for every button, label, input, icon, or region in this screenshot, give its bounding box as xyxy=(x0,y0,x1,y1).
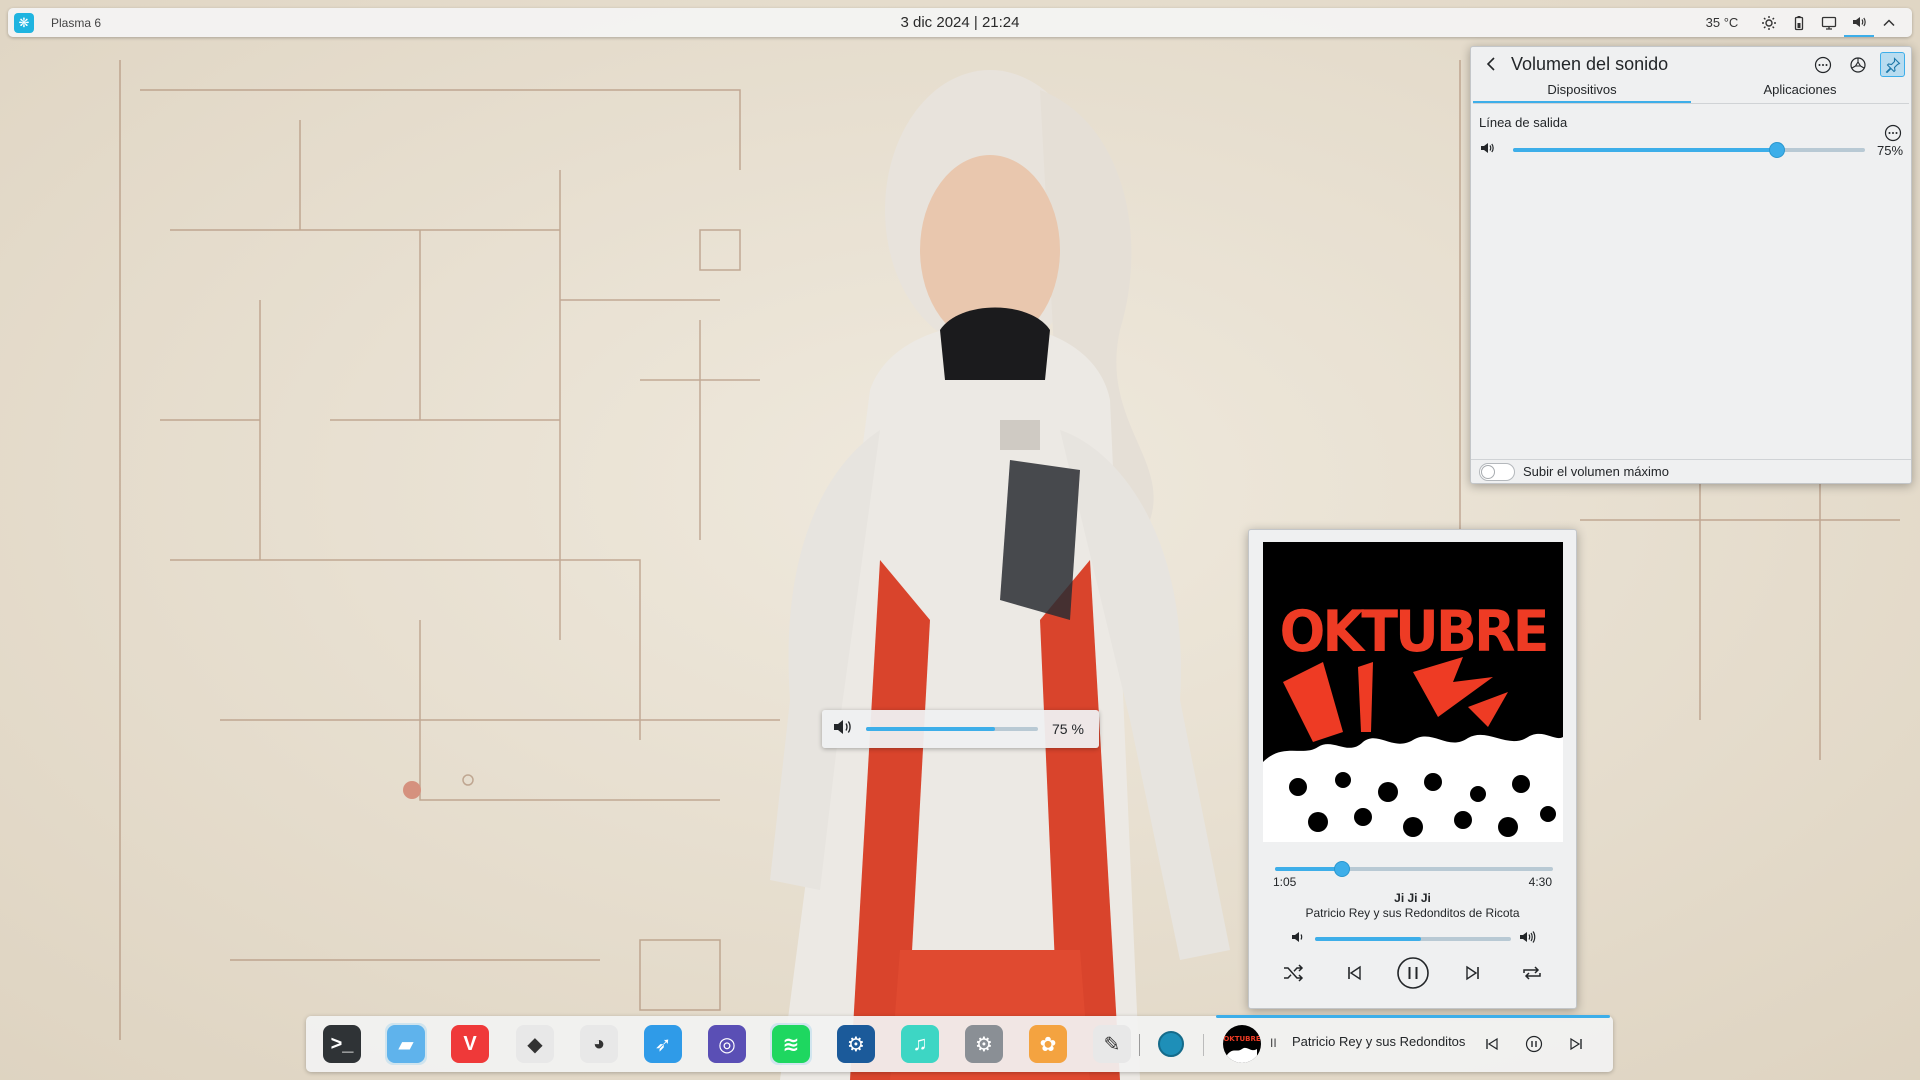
device-volume-slider[interactable] xyxy=(1513,141,1865,159)
display-icon[interactable] xyxy=(1814,8,1844,37)
dock-app-gimp[interactable]: ◕ xyxy=(578,1023,620,1065)
tabs-divider xyxy=(1473,103,1909,104)
color-picker-icon: ✎ xyxy=(1093,1025,1131,1063)
steam-icon: ⚙ xyxy=(837,1025,875,1063)
podcast-icon: ◎ xyxy=(708,1025,746,1063)
progress-handle[interactable] xyxy=(1333,861,1350,877)
photos-icon: ✿ xyxy=(1029,1025,1067,1063)
digital-clock[interactable]: 3 dic 2024 | 21:24 xyxy=(8,14,1912,31)
track-artist: Patricio Rey y sus Redonditos de Ricota xyxy=(1305,906,1520,920)
volume-popup-title: Volumen del sonido xyxy=(1511,53,1669,74)
media-playback-state: II xyxy=(1270,1036,1277,1050)
output-device: Línea de salida 75% xyxy=(1471,115,1911,159)
system-tray: 35 °C xyxy=(1696,8,1904,37)
device-name: Línea de salida xyxy=(1479,115,1568,130)
dock-app-color-picker[interactable]: ✎ xyxy=(1091,1023,1133,1065)
back-arrow-icon[interactable] xyxy=(1481,54,1501,74)
tab-applications[interactable]: Aplicaciones xyxy=(1691,81,1909,103)
osd-volume-bar xyxy=(866,727,1038,731)
track-progress-slider[interactable] xyxy=(1275,861,1553,877)
settings-icon: ⚙ xyxy=(965,1025,1003,1063)
dock-app-terminal[interactable]: >_ xyxy=(321,1023,363,1065)
raise-max-volume-label: Subir el volumen máximo xyxy=(1523,464,1669,479)
album-art: OKTUBRE xyxy=(1263,542,1563,842)
vivaldi-icon: V xyxy=(451,1025,489,1063)
svg-text:OKTUBRE: OKTUBRE xyxy=(1223,1035,1261,1043)
shuffle-icon[interactable] xyxy=(1277,956,1311,990)
dock-app-steam[interactable]: ⚙ xyxy=(835,1023,877,1065)
media-player-popup: OKTUBRE 1:05 4:30 Ji Ji Ji Patricio Rey … xyxy=(1248,529,1577,1009)
volume-high-icon[interactable] xyxy=(1519,930,1537,949)
swift-icon: ➶ xyxy=(644,1025,682,1063)
temperature-label: 35 °C xyxy=(1705,15,1739,30)
circle-icon xyxy=(1158,1031,1184,1057)
dock-app-vivaldi[interactable]: V xyxy=(449,1023,491,1065)
files-icon: ▰ xyxy=(387,1025,425,1063)
volume-popup: Volumen del sonido Dispositivos Aplicaci… xyxy=(1470,46,1912,484)
total-time: 4:30 xyxy=(1528,875,1552,889)
previous-track-icon[interactable] xyxy=(1337,956,1371,990)
dock-media-album-art[interactable]: OKTUBRE xyxy=(1223,1025,1261,1063)
configure-icon[interactable] xyxy=(1845,52,1870,77)
active-task-indicator xyxy=(1216,1015,1610,1018)
device-menu-icon[interactable] xyxy=(1884,124,1902,147)
dock-app-inkscape[interactable]: ◆ xyxy=(514,1023,556,1065)
chevron-up-icon[interactable] xyxy=(1874,8,1904,37)
dock-app-files[interactable]: ▰ xyxy=(385,1023,427,1065)
volume-popup-header: Volumen del sonido xyxy=(1471,47,1911,81)
panel-title: Plasma 6 xyxy=(51,15,102,30)
repeat-icon[interactable] xyxy=(1515,956,1549,990)
dock-app-blue-circle[interactable] xyxy=(1150,1023,1192,1065)
player-volume-row xyxy=(1291,930,1537,949)
tab-devices[interactable]: Dispositivos xyxy=(1473,81,1691,103)
previous-track-icon[interactable] xyxy=(1479,1031,1505,1057)
dock-separator xyxy=(1203,1034,1204,1056)
dock-media-artist[interactable]: Patricio Rey y sus Redonditos de Ricota xyxy=(1292,1034,1467,1049)
slider-handle[interactable] xyxy=(1769,142,1785,158)
brightness-icon[interactable] xyxy=(1754,8,1784,37)
raise-max-volume-toggle[interactable] xyxy=(1479,462,1515,481)
next-track-icon[interactable] xyxy=(1563,1031,1589,1057)
battery-icon[interactable] xyxy=(1784,8,1814,37)
osd-volume-percent: 75 % xyxy=(1052,721,1084,737)
gimp-icon: ◕ xyxy=(580,1025,618,1063)
player-volume-slider[interactable] xyxy=(1315,937,1511,941)
player-controls xyxy=(1277,955,1549,991)
next-track-icon[interactable] xyxy=(1456,956,1490,990)
volume-icon[interactable] xyxy=(1844,8,1874,37)
pause-icon[interactable] xyxy=(1521,1031,1547,1057)
dock-app-spotify[interactable]: ≋ xyxy=(770,1023,812,1065)
more-options-icon[interactable] xyxy=(1810,52,1835,77)
speaker-icon[interactable] xyxy=(1479,140,1501,161)
music-icon: ♫ xyxy=(901,1025,939,1063)
spotify-icon: ≋ xyxy=(772,1025,810,1063)
speaker-icon xyxy=(832,718,854,741)
volume-tabs: Dispositivos Aplicaciones xyxy=(1473,81,1909,103)
album-art-crowd xyxy=(1263,657,1563,842)
top-panel: ❋ Plasma 6 3 dic 2024 | 21:24 35 °C xyxy=(8,8,1912,37)
volume-osd: 75 % xyxy=(822,710,1099,748)
dock-app-music[interactable]: ♫ xyxy=(899,1023,941,1065)
dock-separator xyxy=(1139,1034,1140,1056)
track-title: Ji Ji Ji xyxy=(1394,891,1431,905)
app-launcher-icon[interactable]: ❋ xyxy=(14,12,34,33)
inkscape-icon: ◆ xyxy=(516,1025,554,1063)
pause-icon[interactable] xyxy=(1396,956,1430,990)
volume-popup-footer: Subir el volumen máximo xyxy=(1471,459,1911,483)
dock-app-swift[interactable]: ➶ xyxy=(642,1023,684,1065)
dock-app-photos[interactable]: ✿ xyxy=(1027,1023,1069,1065)
volume-low-icon[interactable] xyxy=(1291,930,1307,949)
terminal-icon: >_ xyxy=(323,1025,361,1063)
dock-app-podcast[interactable]: ◎ xyxy=(706,1023,748,1065)
pin-icon[interactable] xyxy=(1880,52,1905,77)
task-manager-dock: >_ ▰ V ◆ ◕ ➶ ◎ ≋ ⚙ ♫ ⚙ ✿ ✎ OKTUBRE II Patricio Rey y… xyxy=(306,1015,1613,1072)
dock-app-settings[interactable]: ⚙ xyxy=(963,1023,1005,1065)
weather-widget[interactable]: 35 °C xyxy=(1696,8,1748,37)
elapsed-time: 1:05 xyxy=(1273,875,1297,889)
